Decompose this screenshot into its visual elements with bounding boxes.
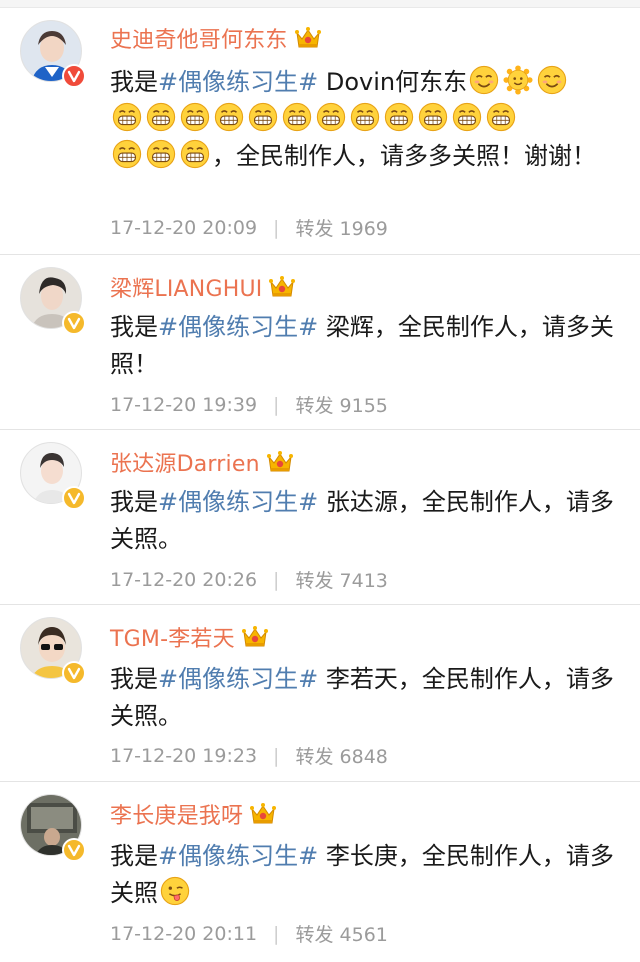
username-row: 史迪奇他哥何东东 bbox=[110, 22, 322, 54]
grin-emoji-icon bbox=[486, 102, 516, 132]
repost-button[interactable]: 转发 7413 bbox=[295, 566, 387, 593]
grin-emoji-icon bbox=[316, 102, 346, 132]
grin-emoji-icon bbox=[418, 102, 448, 132]
repost-item[interactable]: 史迪奇他哥何东东 我是#偶像练习生# Dovin何东东 ，全民制作人，请多多关照！… bbox=[0, 8, 640, 255]
verified-badge-yellow-icon bbox=[62, 486, 86, 510]
repost-button[interactable]: 转发 4561 bbox=[295, 920, 387, 947]
smile-emoji-icon bbox=[537, 65, 567, 95]
meta-divider: | bbox=[273, 744, 280, 767]
repost-count: 1969 bbox=[339, 218, 388, 240]
meta-divider: | bbox=[273, 568, 280, 591]
verified-badge-yellow-icon bbox=[62, 838, 86, 862]
post-content: 我是#偶像练习生# 李长庚，全民制作人，请多关照 bbox=[110, 838, 622, 912]
verified-badge-red-icon bbox=[62, 64, 86, 88]
repost-button[interactable]: 转发 1969 bbox=[295, 214, 387, 241]
hashtag-link[interactable]: #偶像练习生# bbox=[158, 665, 318, 693]
post-content: 我是#偶像练习生# 李若天，全民制作人，请多关照。 bbox=[110, 661, 622, 735]
repost-label: 转发 bbox=[295, 218, 334, 240]
username-row: 张达源Darrien bbox=[110, 446, 294, 478]
crown-member-icon bbox=[268, 274, 296, 300]
content-text: 我是 bbox=[110, 842, 158, 870]
grin-emoji-icon bbox=[112, 102, 142, 132]
timestamp: 17-12-20 19:39 bbox=[110, 393, 258, 416]
crown-member-icon bbox=[241, 624, 269, 650]
content-text: 我是 bbox=[110, 665, 158, 693]
timestamp: 17-12-20 20:26 bbox=[110, 568, 258, 591]
username[interactable]: 梁辉LIANGHUI bbox=[110, 271, 262, 303]
repost-item[interactable]: 李长庚是我呀 我是#偶像练习生# 李长庚，全民制作人，请多关照 17-12-20… bbox=[0, 782, 640, 962]
repost-item[interactable]: 梁辉LIANGHUI 我是#偶像练习生# 梁辉，全民制作人，请多关照！ 17-1… bbox=[0, 255, 640, 430]
timestamp: 17-12-20 20:09 bbox=[110, 216, 258, 239]
username[interactable]: 李长庚是我呀 bbox=[110, 798, 243, 830]
post-meta: 17-12-20 20:09 | 转发 1969 bbox=[110, 214, 388, 241]
repost-label: 转发 bbox=[295, 570, 334, 592]
repost-label: 转发 bbox=[295, 746, 334, 768]
grin-emoji-icon bbox=[350, 102, 380, 132]
grin-emoji-icon bbox=[146, 102, 176, 132]
post-content: 我是#偶像练习生# 梁辉，全民制作人，请多关照！ bbox=[110, 309, 622, 383]
crown-member-icon bbox=[294, 25, 322, 51]
crown-member-icon bbox=[266, 449, 294, 475]
post-content: 我是#偶像练习生# Dovin何东东 ，全民制作人，请多多关照！谢谢！ bbox=[110, 64, 622, 175]
grin-emoji-icon bbox=[214, 102, 244, 132]
grin-emoji-icon bbox=[248, 102, 278, 132]
meta-divider: | bbox=[273, 216, 280, 239]
hashtag-link[interactable]: #偶像练习生# bbox=[158, 488, 318, 516]
repost-count: 7413 bbox=[339, 570, 388, 592]
verified-badge-yellow-icon bbox=[62, 661, 86, 685]
username[interactable]: TGM-李若天 bbox=[110, 621, 235, 653]
grin-emoji-icon bbox=[452, 102, 482, 132]
repost-label: 转发 bbox=[295, 395, 334, 417]
post-meta: 17-12-20 19:23 | 转发 6848 bbox=[110, 742, 388, 769]
crown-member-icon bbox=[249, 801, 277, 827]
username[interactable]: 张达源Darrien bbox=[110, 446, 260, 478]
username-row: TGM-李若天 bbox=[110, 621, 269, 653]
repost-button[interactable]: 转发 9155 bbox=[295, 391, 387, 418]
meta-divider: | bbox=[273, 393, 280, 416]
content-text: 我是 bbox=[110, 313, 158, 341]
repost-button[interactable]: 转发 6848 bbox=[295, 742, 387, 769]
grin-emoji-icon bbox=[180, 102, 210, 132]
timestamp: 17-12-20 19:23 bbox=[110, 744, 258, 767]
avatar-container[interactable] bbox=[20, 617, 90, 687]
post-meta: 17-12-20 20:26 | 转发 7413 bbox=[110, 566, 388, 593]
grin-emoji-icon bbox=[384, 102, 414, 132]
weibo-repost-feed: 史迪奇他哥何东东 我是#偶像练习生# Dovin何东东 ，全民制作人，请多多关照！… bbox=[0, 0, 640, 962]
post-meta: 17-12-20 20:11 | 转发 4561 bbox=[110, 920, 388, 947]
timestamp: 17-12-20 20:11 bbox=[110, 922, 258, 945]
content-text: 我是 bbox=[110, 488, 158, 516]
grin-emoji-icon bbox=[112, 139, 142, 169]
repost-count: 4561 bbox=[339, 924, 388, 946]
repost-label: 转发 bbox=[295, 924, 334, 946]
avatar-container[interactable] bbox=[20, 20, 90, 90]
grin-emoji-icon bbox=[180, 139, 210, 169]
repost-count: 6848 bbox=[339, 746, 388, 768]
username-row: 李长庚是我呀 bbox=[110, 798, 277, 830]
smile-emoji-icon bbox=[469, 65, 499, 95]
top-separator bbox=[0, 0, 640, 8]
sun-emoji-icon bbox=[503, 65, 533, 95]
repost-item[interactable]: TGM-李若天 我是#偶像练习生# 李若天，全民制作人，请多关照。 17-12-… bbox=[0, 605, 640, 782]
content-text: 我是 bbox=[110, 68, 158, 96]
avatar-container[interactable] bbox=[20, 442, 90, 512]
post-content: 我是#偶像练习生# 张达源，全民制作人，请多关照。 bbox=[110, 484, 622, 558]
hashtag-link[interactable]: #偶像练习生# bbox=[158, 68, 318, 96]
avatar-container[interactable] bbox=[20, 267, 90, 337]
grin-emoji-icon bbox=[282, 102, 312, 132]
username[interactable]: 史迪奇他哥何东东 bbox=[110, 22, 288, 54]
content-text: ，全民制作人，请多多关照！谢谢！ bbox=[212, 142, 596, 170]
grin-emoji-icon bbox=[146, 139, 176, 169]
hashtag-link[interactable]: #偶像练习生# bbox=[158, 313, 318, 341]
content-text: Dovin何东东 bbox=[318, 68, 468, 96]
repost-item[interactable]: 张达源Darrien 我是#偶像练习生# 张达源，全民制作人，请多关照。 17-… bbox=[0, 430, 640, 605]
username-row: 梁辉LIANGHUI bbox=[110, 271, 296, 303]
avatar-container[interactable] bbox=[20, 794, 90, 864]
post-meta: 17-12-20 19:39 | 转发 9155 bbox=[110, 391, 388, 418]
hashtag-link[interactable]: #偶像练习生# bbox=[158, 842, 318, 870]
verified-badge-yellow-icon bbox=[62, 311, 86, 335]
repost-count: 9155 bbox=[339, 395, 388, 417]
tongue-emoji-icon bbox=[160, 876, 190, 906]
meta-divider: | bbox=[273, 922, 280, 945]
